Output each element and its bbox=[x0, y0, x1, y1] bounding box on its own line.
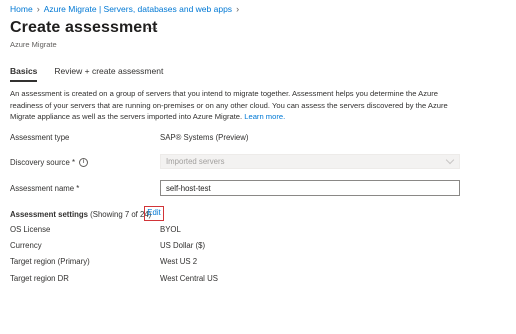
edit-settings-link[interactable]: Edit bbox=[144, 206, 164, 221]
page-subtitle: Azure Migrate bbox=[10, 40, 57, 49]
currency-value: US Dollar ($) bbox=[160, 241, 206, 250]
description-text: An assessment is created on a group of s… bbox=[10, 89, 448, 121]
tab-review-create[interactable]: Review + create assessment bbox=[54, 66, 163, 82]
page-title: Create assessment bbox=[10, 19, 158, 36]
target-region-primary-label: Target region (Primary) bbox=[10, 257, 90, 266]
discovery-source-label: Discovery source * bbox=[10, 158, 75, 167]
learn-more-link[interactable]: Learn more. bbox=[244, 112, 285, 121]
settings-title: Assessment settings bbox=[10, 210, 88, 219]
assessment-type-value: SAP® Systems (Preview) bbox=[160, 133, 249, 142]
assessment-type-label: Assessment type bbox=[10, 133, 70, 142]
discovery-source-label-wrap: Discovery source * i bbox=[10, 158, 89, 168]
chevron-right-icon: › bbox=[36, 4, 40, 14]
breadcrumb-home[interactable]: Home bbox=[10, 4, 33, 14]
currency-label: Currency bbox=[10, 241, 42, 250]
settings-header: Assessment settings (Showing 7 of 24) bbox=[10, 210, 151, 219]
description: An assessment is created on a group of s… bbox=[10, 88, 470, 123]
info-icon[interactable]: i bbox=[79, 158, 89, 168]
target-region-primary-value: West US 2 bbox=[160, 257, 198, 266]
tab-basics[interactable]: Basics bbox=[10, 66, 38, 82]
breadcrumb-azure-migrate[interactable]: Azure Migrate | Servers, databases and w… bbox=[44, 4, 232, 14]
assessment-name-label: Assessment name * bbox=[10, 184, 80, 193]
ellipsis-icon[interactable]: ··· bbox=[146, 23, 159, 34]
chevron-right-icon: › bbox=[236, 4, 240, 14]
discovery-source-value: Imported servers bbox=[166, 157, 225, 166]
os-license-value: BYOL bbox=[160, 225, 181, 234]
settings-count: (Showing 7 of 24) bbox=[90, 210, 152, 219]
chevron-down-icon bbox=[445, 155, 455, 165]
assessment-name-input[interactable] bbox=[160, 180, 460, 196]
os-license-label: OS License bbox=[10, 225, 51, 234]
target-region-dr-label: Target region DR bbox=[10, 274, 69, 283]
tab-bar: Basics Review + create assessment bbox=[10, 66, 180, 82]
target-region-dr-value: West Central US bbox=[160, 274, 218, 283]
breadcrumb: Home › Azure Migrate | Servers, database… bbox=[10, 4, 243, 14]
discovery-source-dropdown: Imported servers bbox=[160, 154, 460, 169]
